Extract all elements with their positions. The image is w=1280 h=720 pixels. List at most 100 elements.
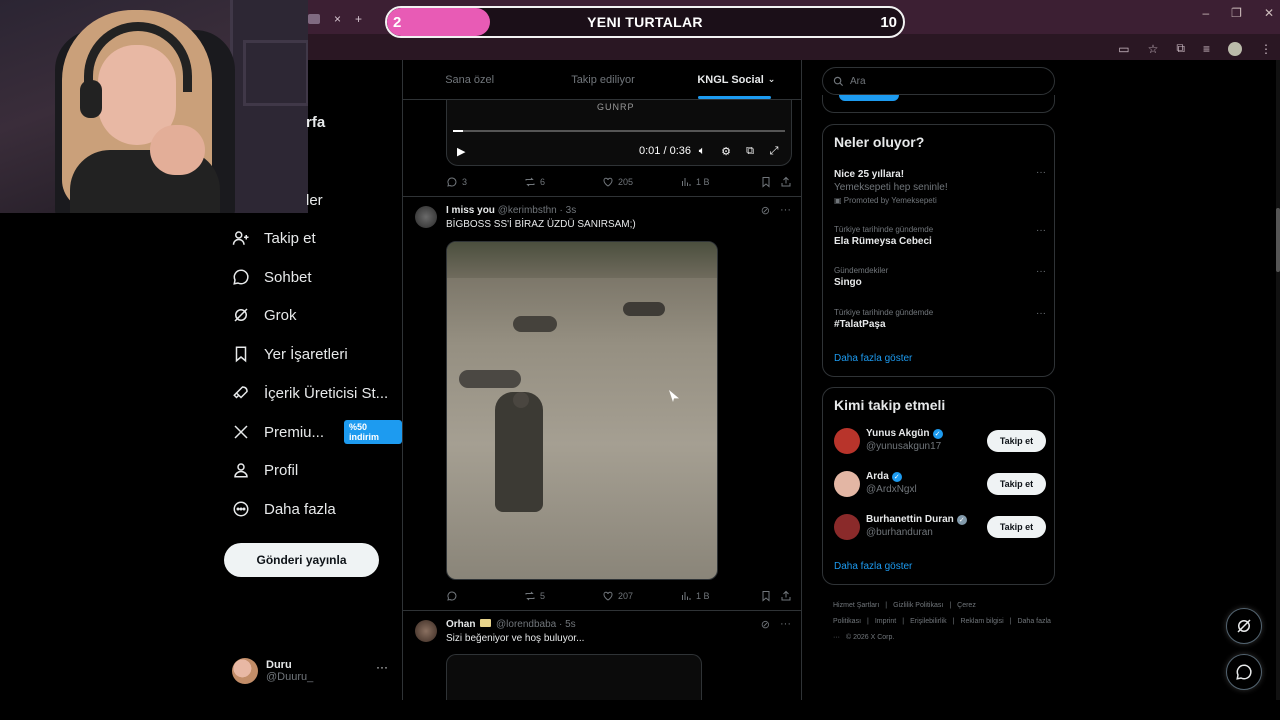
views-button[interactable]: 1 B [680,590,710,602]
nav-item-follow[interactable]: Takip et [232,225,316,251]
who-to-follow-title: Kimi takip etmeli [834,397,946,413]
window-controls: – ❐ ✕ [1202,6,1274,20]
nav-item-chat[interactable]: Sohbet [232,264,312,290]
follow-suggestion[interactable]: Burhanettin Duran ✓ @burhanduran Takip et [834,512,1046,544]
grok-icon[interactable]: ⊘ [761,618,770,631]
follow-suggestion[interactable]: Yunus Akgün ✓ @yunusakgun17 Takip et [834,426,1046,458]
post-time[interactable]: · 3s [560,205,577,216]
more-icon[interactable]: ··· [1036,225,1046,236]
nav-partial-label-2[interactable]: ler [306,192,323,209]
nav-item-profile[interactable]: Profil [232,457,298,483]
trends-show-more-link[interactable]: Daha fazla göster [834,353,912,364]
tab-kngl-social[interactable]: KNGL Social ⌄ [670,60,801,99]
post-media[interactable] [446,654,702,700]
play-icon[interactable]: ▶ [457,145,465,158]
more-icon[interactable]: ··· [1036,266,1046,277]
follow-suggestion[interactable]: Arda ✓ @ArdxNgxl Takip et [834,469,1046,501]
video-player[interactable]: GUNRP ▶ 0:01 / 0:36 🔈︎ ⚙︎ ⧉ ⤢ [446,100,792,166]
nav-item-premium[interactable]: Premiu... %50 indirim [232,419,402,445]
account-switcher[interactable]: Duru @Duuru_ ··· [232,654,402,688]
close-window-button[interactable]: ✕ [1264,6,1274,20]
close-tab-icon[interactable]: × [334,12,341,26]
footer-link[interactable]: Hizmet Şartları [833,602,879,609]
extensions-icon[interactable]: ⧉ [1176,41,1185,56]
footer-links: Hizmet Şartları | Gizlilik Politikası | Çere… [833,598,1053,646]
like-button[interactable]: 205 [602,176,633,188]
grok-fab-button[interactable] [1226,608,1262,644]
bookmark-button[interactable] [760,590,772,602]
avatar[interactable] [834,471,860,497]
reply-icon [447,177,457,187]
search-input[interactable]: Ara [822,67,1055,95]
post-author-name[interactable]: I miss you [446,205,495,216]
avatar[interactable] [415,206,437,228]
trend-item[interactable]: Nice 25 yıllara! Yemeksepeti hep seninle… [834,167,1046,205]
nav-item-bookmarks[interactable]: Yer İşaretleri [232,341,348,367]
follow-button[interactable]: Takip et [987,473,1046,495]
post-author-handle[interactable]: @lorendbaba [496,619,556,630]
nav-item-creator-studio[interactable]: İçerik Üreticisi St... [232,380,388,406]
video-control-icons: 🔈︎ ⚙︎ ⧉ ⤢ [695,144,781,158]
star-icon[interactable]: ☆ [1148,42,1159,56]
subscribe-button[interactable] [839,95,899,101]
trend-name: Ela Rümeysa Cebeci [834,236,932,247]
more-icon[interactable]: ··· [780,618,791,631]
verified-government-icon: ✓ [956,514,967,525]
trend-item[interactable]: Türkiye tarihinde gündemde Ela Rümeysa C… [834,225,1046,247]
bookmark-button[interactable] [760,176,772,188]
trend-item[interactable]: Gündemdekiler Singo ··· [834,266,1046,288]
nav-item-grok[interactable]: Grok [232,302,297,328]
post-author-name[interactable]: Orhan [446,619,475,630]
messages-fab-button[interactable] [1226,654,1262,690]
footer-link[interactable]: Erişilebilirlik [910,618,947,625]
share-button[interactable] [780,590,792,602]
trend-item[interactable]: Türkiye tarihinde gündemde #TalatPaşa ··… [834,308,1046,330]
who-show-more-link[interactable]: Daha fazla göster [834,561,912,572]
reply-button[interactable]: 3 [446,176,467,188]
post-button[interactable]: Gönderi yayınla [224,543,379,577]
avatar[interactable] [834,514,860,540]
account-name: Duru [266,659,292,671]
cast-icon[interactable]: ▭ [1118,42,1129,56]
tab-following[interactable]: Takip ediliyor [536,60,669,99]
like-button[interactable]: 207 [602,590,633,602]
footer-link[interactable]: Gizlilik Politikası [893,602,943,609]
footer-link[interactable]: Imprint [875,618,896,625]
views-button[interactable]: 1 B [680,176,710,188]
more-icon[interactable]: ··· [1036,167,1046,178]
avatar[interactable] [415,620,437,642]
add-user-icon [232,229,250,247]
settings-icon[interactable]: ⚙︎ [719,144,733,158]
share-button[interactable] [780,176,792,188]
repost-button[interactable]: 5 [524,590,545,602]
menu-icon[interactable]: ⋮ [1260,42,1272,56]
more-icon[interactable]: ··· [376,660,388,674]
post-author-handle[interactable]: @kerimbsthn [498,205,557,216]
scrollbar[interactable] [1276,60,1280,700]
volume-icon[interactable]: 🔈︎ [695,144,709,158]
reply-button[interactable] [446,590,462,602]
avatar[interactable] [834,428,860,454]
repost-button[interactable]: 6 [524,176,545,188]
new-tab-button[interactable]: + [355,12,362,26]
follow-button[interactable]: Takip et [987,430,1046,452]
post-time[interactable]: · 5s [559,619,576,630]
minimize-button[interactable]: – [1202,6,1209,20]
restore-button[interactable]: ❐ [1231,6,1242,20]
post-media-video[interactable] [446,241,718,580]
profile-avatar[interactable] [1228,41,1242,56]
nav-item-label: Sohbet [264,268,312,286]
pip-icon[interactable]: ⧉ [743,144,757,158]
grok-icon[interactable]: ⊘ [761,204,770,217]
video-progress-bar[interactable] [453,130,785,132]
tab-for-you[interactable]: Sana özel [403,60,536,99]
media-icon[interactable]: ≡ [1203,42,1210,56]
footer-link[interactable]: Reklam bilgisi [960,618,1003,625]
nav-item-more[interactable]: Daha fazla [232,496,336,522]
more-icon[interactable]: ··· [1036,308,1046,319]
follow-button[interactable]: Takip et [987,516,1046,538]
nav-partial-label[interactable]: rfa [306,114,325,131]
fullscreen-icon[interactable]: ⤢ [767,144,781,158]
more-icon[interactable]: ··· [780,204,791,217]
scrollbar-thumb[interactable] [1276,208,1280,272]
